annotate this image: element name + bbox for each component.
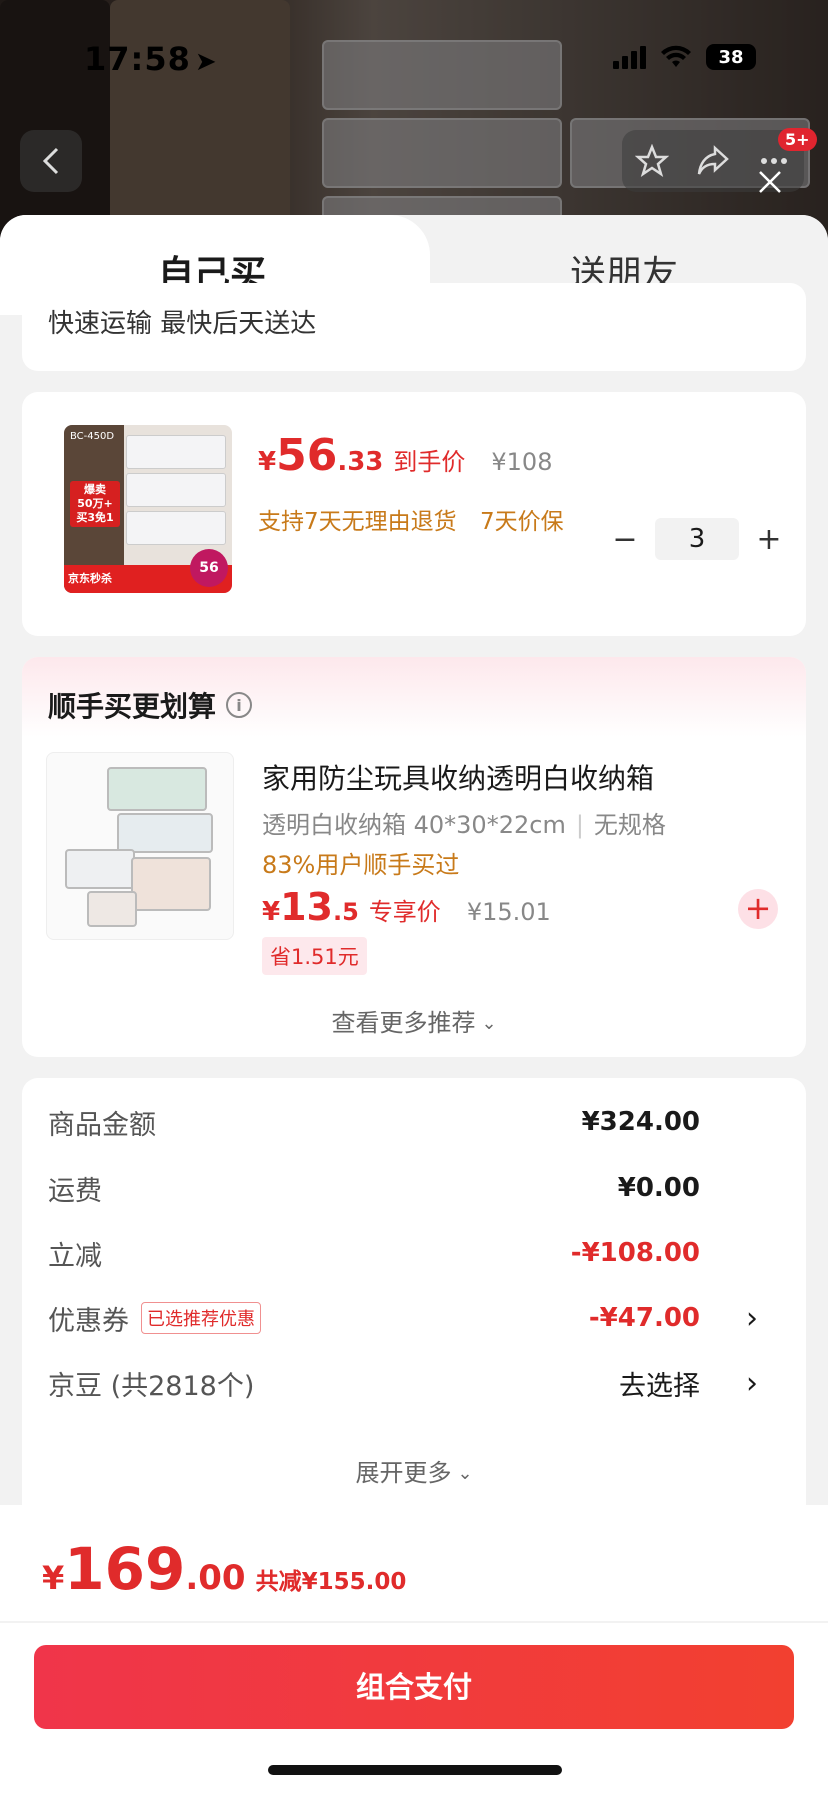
product-card: BC-450D 爆卖 50万+ 买3免1 京东秒杀 56 ¥ 56 .33 到手… (22, 392, 806, 636)
summary-value: ¥324.00 (581, 1107, 700, 1137)
delivery-text: 快速运输 最快后天送达 (48, 309, 317, 339)
increase-button[interactable]: + (751, 522, 787, 557)
time-text: 17:58 (84, 40, 191, 78)
status-icons: 38 (613, 44, 756, 70)
total-discount: 共减¥155.00 (255, 1569, 407, 1595)
product-image[interactable]: BC-450D 爆卖 50万+ 买3免1 京东秒杀 56 (64, 425, 232, 593)
back-button[interactable] (20, 130, 82, 192)
summary-row-coupon[interactable]: 优惠券 已选推荐优惠 -¥47.00 › (48, 1298, 788, 1338)
product-price-row: ¥ 56 .33 到手价 ¥108 (258, 430, 552, 481)
wifi-icon (661, 45, 691, 67)
product-price-dec: .33 (337, 447, 384, 477)
addon-price-int: 13 (280, 885, 333, 929)
currency-symbol: ¥ (262, 897, 281, 927)
image-box (65, 849, 135, 889)
close-icon[interactable] (752, 164, 788, 200)
image-bottom-label: 京东秒杀 (68, 572, 112, 585)
addon-price-tag: 专享价 (368, 898, 441, 926)
divider (0, 1621, 828, 1623)
summary-label: 运费 (48, 1175, 102, 1207)
summary-row-discount: 立减 -¥108.00 (48, 1233, 788, 1273)
delivery-card: 快速运输 最快后天送达 (22, 283, 806, 371)
see-more-label: 查看更多推荐 (331, 1009, 476, 1037)
image-price-badge: 56 (190, 549, 228, 587)
summary-label: 京豆 (共2818个) (48, 1370, 255, 1402)
summary-row-jingdou[interactable]: 京豆 (共2818个) 去选择 › (48, 1363, 788, 1403)
expand-label: 展开更多 (355, 1459, 452, 1487)
image-drawer (126, 511, 226, 545)
summary-row-shipping: 运费 ¥0.00 (48, 1168, 788, 1208)
total-dec: .00 (185, 1558, 246, 1598)
expand-more[interactable]: 展开更多 ⌄ (22, 1453, 806, 1488)
summary-value: -¥47.00 (588, 1303, 700, 1333)
image-drawer (126, 435, 226, 469)
summary-row-goods: 商品金额 ¥324.00 (48, 1102, 788, 1142)
product-price-int: 56 (276, 430, 338, 481)
currency-symbol: ¥ (258, 447, 277, 477)
home-indicator (268, 1765, 562, 1775)
product-price-tag: 到手价 (393, 448, 466, 476)
location-arrow-icon: ➤ (194, 47, 218, 77)
coupon-tag: 已选推荐优惠 (141, 1302, 261, 1334)
service-tags: 支持7天无理由退货 7天价保 (258, 502, 564, 536)
summary-value: ¥0.00 (617, 1173, 700, 1203)
summary-label: 商品金额 (48, 1109, 156, 1141)
promo-line: 爆卖 (84, 483, 106, 496)
summary-value: -¥108.00 (570, 1238, 700, 1268)
price-summary-card: 商品金额 ¥324.00 运费 ¥0.00 立减 -¥108.00 优惠券 已选… (22, 1078, 806, 1518)
checkout-footer: ¥ 169 .00 共减¥155.00 组合支付 (0, 1505, 828, 1796)
summary-label: 优惠券 (48, 1305, 129, 1337)
spec-size: 透明白收纳箱 40*30*22cm (262, 811, 566, 839)
decrease-button[interactable]: − (607, 522, 643, 557)
quantity-stepper: − 3 + (607, 518, 787, 560)
addon-original-price: ¥15.01 (466, 898, 551, 926)
message-badge: 5+ (778, 128, 817, 151)
info-icon[interactable]: i (226, 692, 253, 718)
battery-icon: 38 (706, 44, 756, 70)
image-box (131, 857, 211, 911)
addon-price-row: ¥ 13 .5 专享价 ¥15.01 (262, 885, 551, 929)
addon-bought-rate: 83%用户顺手买过 (262, 851, 460, 879)
status-time: 17:58 ➤ (84, 40, 218, 78)
signal-icon (613, 45, 646, 69)
total-int: 169 (64, 1535, 186, 1603)
chevron-down-icon: ⌄ (481, 1013, 497, 1034)
image-box (87, 891, 137, 927)
image-drawer (126, 473, 226, 507)
image-box (117, 813, 213, 853)
spec-variant: 无规格 (593, 811, 666, 839)
chevron-left-icon (42, 147, 59, 175)
spec-separator: | (575, 811, 584, 839)
checkout-sheet: 自己买 送朋友 快速运输 最快后天送达 BC-450D 爆卖 50万+ 买3免1… (0, 215, 828, 1796)
chevron-right-icon: › (746, 1365, 758, 1401)
addon-product-spec: 透明白收纳箱 40*30*22cm | 无规格 (262, 805, 666, 840)
service-return: 支持7天无理由退货 (258, 509, 457, 535)
see-more-recommendations[interactable]: 查看更多推荐 ⌄ (22, 1003, 806, 1038)
addon-product-image[interactable] (46, 752, 234, 940)
currency-symbol: ¥ (42, 1559, 65, 1597)
promo-line: 买3免1 (76, 511, 114, 524)
quantity-value[interactable]: 3 (655, 518, 739, 560)
product-original-price: ¥108 (491, 448, 553, 476)
pay-button[interactable]: 组合支付 (34, 1645, 794, 1729)
summary-label: 立减 (48, 1240, 102, 1272)
summary-value: 去选择 (619, 1370, 700, 1402)
image-promo-badge: 爆卖 50万+ 买3免1 (70, 481, 120, 527)
addon-title: 顺手买更划算 i (48, 685, 253, 725)
service-price-protect: 7天价保 (479, 509, 564, 535)
add-addon-button[interactable]: + (738, 889, 778, 929)
promo-line: 50万+ (77, 497, 113, 510)
addon-price-dec: .5 (332, 898, 359, 926)
chevron-down-icon: ⌄ (457, 1463, 473, 1484)
addon-card: 顺手买更划算 i 家用防尘玩具收纳透明白收纳箱 透明白收纳箱 40*30*22c… (22, 657, 806, 1057)
chevron-right-icon: › (746, 1300, 758, 1336)
image-box (107, 767, 207, 811)
star-icon[interactable] (635, 144, 669, 178)
image-top-label: BC-450D (70, 431, 115, 442)
addon-product-name[interactable]: 家用防尘玩具收纳透明白收纳箱 (262, 757, 654, 797)
addon-title-text: 顺手买更划算 (48, 690, 217, 723)
save-badge: 省1.51元 (262, 937, 367, 975)
share-icon[interactable] (695, 144, 731, 178)
total-price: ¥ 169 .00 共减¥155.00 (42, 1535, 406, 1603)
